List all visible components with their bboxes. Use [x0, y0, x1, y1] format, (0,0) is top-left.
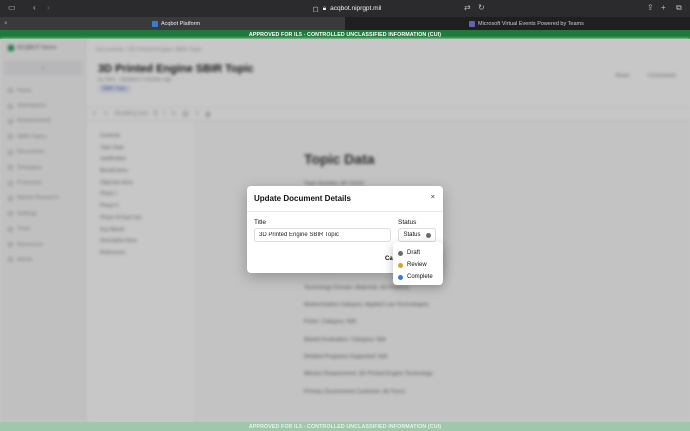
cancel-button[interactable]: Ca — [385, 256, 393, 262]
address-bar[interactable]: ▢ 🔒︎ acqbot.niprgpt.mil — [205, 2, 489, 15]
status-select[interactable]: Status — [398, 228, 436, 242]
teams-favicon-icon — [469, 20, 475, 27]
tab-label: Microsoft Virtual Events Powered by Team… — [478, 20, 584, 27]
status-option-complete[interactable]: Complete — [393, 271, 443, 283]
reload-icon[interactable]: ↻ — [478, 3, 485, 13]
complete-dot-icon — [398, 274, 403, 280]
status-select-label: Status — [403, 232, 421, 238]
tab-overview-icon[interactable]: ⧉ — [676, 3, 682, 13]
close-tab-icon[interactable]: × — [4, 21, 8, 27]
browser-toolbar: ▭ ‹ › ▢ 🔒︎ acqbot.niprgpt.mil ⇄ ↻ ⇪ + ⧉ — [0, 0, 690, 17]
close-icon[interactable]: × — [431, 192, 435, 201]
back-icon[interactable]: ‹ — [33, 3, 36, 13]
cui-banner-top: APPROVED FOR IL5 - CONTROLLED UNCLASSIFI… — [0, 30, 690, 39]
status-dropdown: Draft Review Complete — [393, 242, 443, 285]
status-dot-icon — [425, 232, 431, 238]
translate-icon[interactable]: ⇄ — [464, 3, 471, 13]
option-label: Draft — [407, 250, 421, 256]
dialog-title: Update Document Details — [254, 194, 351, 203]
title-input[interactable] — [254, 228, 391, 242]
review-dot-icon — [398, 262, 403, 268]
dialog-divider — [247, 211, 443, 212]
tab-acqbot[interactable]: × Acqbot Platform — [0, 17, 345, 30]
page-icon: ▢ — [312, 5, 319, 13]
option-label: Review — [407, 262, 427, 268]
title-label: Title — [254, 219, 267, 226]
tab-teams-events[interactable]: Microsoft Virtual Events Powered by Team… — [345, 17, 690, 30]
status-option-draft[interactable]: Draft — [393, 247, 443, 259]
option-label: Complete — [407, 274, 433, 280]
cui-banner-bottom: APPROVED FOR IL5 - CONTROLLED UNCLASSIFI… — [0, 422, 690, 431]
new-tab-icon[interactable]: + — [661, 3, 666, 13]
draft-dot-icon — [398, 250, 403, 256]
status-option-review[interactable]: Review — [393, 259, 443, 271]
status-label: Status — [398, 219, 417, 226]
forward-icon[interactable]: › — [47, 3, 50, 13]
lock-icon: 🔒︎ — [322, 4, 327, 12]
tab-label: Acqbot Platform — [161, 20, 201, 27]
sidebar-toggle-icon[interactable]: ▭ — [8, 3, 16, 13]
url-text: acqbot.niprgpt.mil — [330, 5, 382, 12]
share-icon[interactable]: ⇪ — [647, 3, 654, 13]
tab-bar: × Acqbot Platform Microsoft Virtual Even… — [0, 17, 690, 30]
acqbot-favicon-icon — [152, 20, 158, 27]
